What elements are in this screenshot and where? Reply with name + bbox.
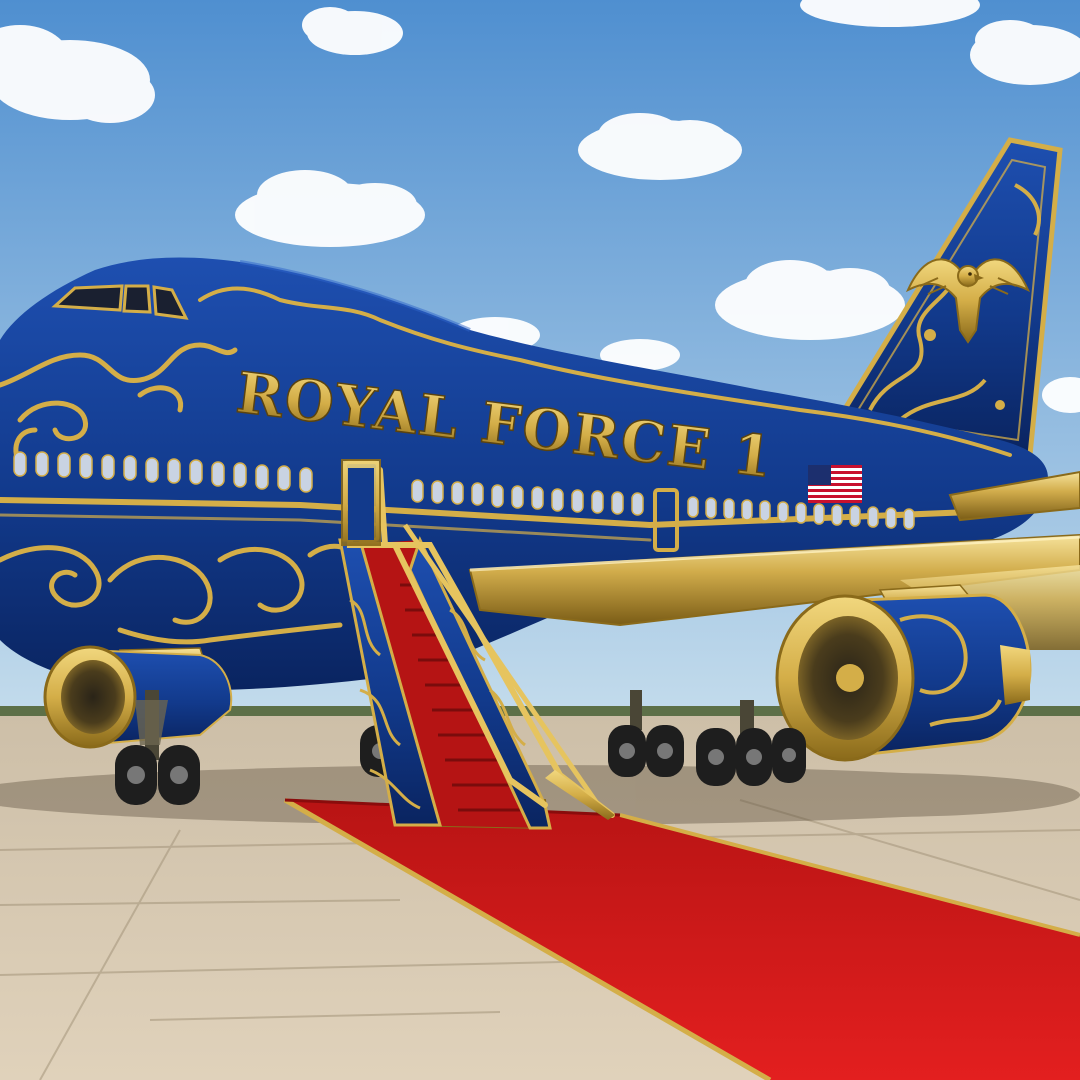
- engine-right: [775, 593, 1032, 762]
- engine-left: [43, 645, 233, 749]
- jet-illustration: ROYAL FORCE 1: [0, 0, 1080, 1080]
- jet-scene: ROYAL FORCE 1: [0, 0, 1080, 1080]
- us-flag-icon: [808, 465, 862, 503]
